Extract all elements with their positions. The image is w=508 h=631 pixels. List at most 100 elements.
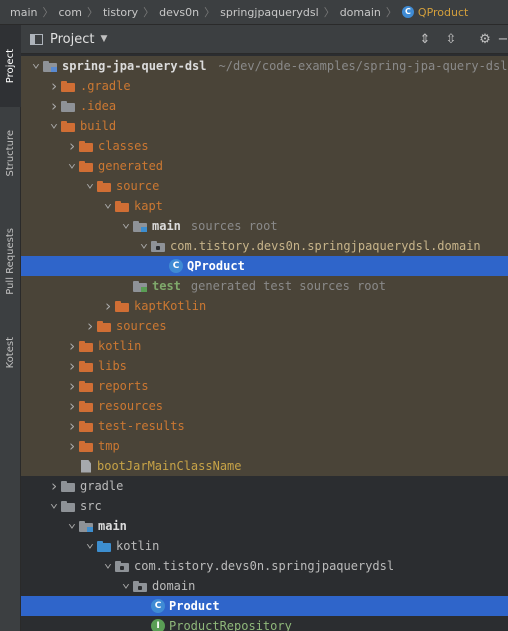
class-icon: C xyxy=(151,599,165,613)
excluded-folder-icon xyxy=(79,160,93,172)
tree-item-label: kotlin xyxy=(116,539,160,553)
tree-row[interactable]: › reports xyxy=(21,376,508,396)
tab-project[interactable]: Project xyxy=(0,25,21,107)
tree-item-label: resources xyxy=(98,399,164,413)
tab-pull-requests-label: Pull Requests xyxy=(5,227,16,295)
tree-row[interactable]: ⌄ build xyxy=(21,115,508,136)
package-icon xyxy=(115,560,129,572)
tree-row[interactable]: test generated test sources root xyxy=(21,276,508,296)
excluded-folder-icon xyxy=(79,380,93,392)
breadcrumb-item[interactable]: springjpaquerydsl xyxy=(220,6,319,19)
tree-item-label: ProductRepository xyxy=(169,619,292,631)
class-icon: C xyxy=(401,6,414,18)
chevron-down-icon[interactable]: ▼ xyxy=(100,34,107,44)
chevron-right-icon[interactable]: › xyxy=(101,297,115,315)
tab-structure[interactable]: Structure xyxy=(0,117,21,189)
root-hint: generated test sources root xyxy=(190,279,386,293)
tree-row[interactable]: › tmp xyxy=(21,436,508,456)
tab-pull-requests[interactable]: Pull Requests xyxy=(0,211,21,311)
tree-item-label: main xyxy=(98,519,127,533)
tree-row[interactable]: ⌄ com.tistory.devs0n.springjpaquerydsl.do… xyxy=(21,235,508,256)
minimize-icon[interactable]: − xyxy=(495,32,508,48)
tab-kotest-label: Kotest xyxy=(5,337,16,369)
breadcrumb: main 〉 com 〉 tistory 〉 devs0n 〉 springjpaqueryds… xyxy=(0,0,508,25)
chevron-down-icon[interactable]: ⌄ xyxy=(83,175,97,191)
tab-kotest[interactable]: Kotest xyxy=(0,323,21,383)
tree-item-label: reports xyxy=(98,379,149,393)
tree-row[interactable]: › resources xyxy=(21,396,508,416)
chevron-down-icon[interactable]: ⌄ xyxy=(137,235,151,251)
excluded-folder-icon xyxy=(79,400,93,412)
chevron-down-icon[interactable]: ⌄ xyxy=(65,515,79,531)
chevron-right-icon[interactable]: › xyxy=(65,417,79,435)
tree-row[interactable]: › classes xyxy=(21,136,508,156)
tree-row[interactable]: ⌄ kotlin xyxy=(21,535,508,556)
root-hint: sources root xyxy=(190,219,278,233)
breadcrumb-current[interactable]: QProduct xyxy=(418,6,468,19)
breadcrumb-item[interactable]: tistory xyxy=(103,6,138,19)
tree-row[interactable]: › .gradle xyxy=(21,76,508,96)
chevron-down-icon[interactable]: ⌄ xyxy=(29,55,43,71)
breadcrumb-item[interactable]: devs0n xyxy=(159,6,199,19)
tree-row[interactable]: › gradle xyxy=(21,476,508,496)
tree-item-label: test xyxy=(152,279,181,293)
tree-row[interactable]: › kotlin xyxy=(21,336,508,356)
tree-row[interactable]: C QProduct xyxy=(21,256,508,276)
chevron-down-icon[interactable]: ⌄ xyxy=(101,195,115,211)
tree-row[interactable]: bootJarMainClassName xyxy=(21,456,508,476)
breadcrumb-item[interactable]: main xyxy=(10,6,37,19)
excluded-folder-icon xyxy=(97,180,111,192)
tree-item-label: generated xyxy=(98,159,164,173)
chevron-down-icon[interactable]: ⌄ xyxy=(47,495,61,511)
tree-row[interactable]: › libs xyxy=(21,356,508,376)
chevron-right-icon[interactable]: › xyxy=(65,377,79,395)
tree-row[interactable]: ⌄ source xyxy=(21,175,508,196)
collapse-all-icon[interactable]: ⇳ xyxy=(443,32,459,48)
chevron-down-icon[interactable]: ⌄ xyxy=(47,115,61,131)
chevron-down-icon[interactable]: ⌄ xyxy=(119,215,133,231)
excluded-folder-icon xyxy=(115,300,129,312)
chevron-right-icon[interactable]: › xyxy=(83,317,97,335)
tool-window-strip: Project Structure Pull Requests Kotest xyxy=(0,25,21,631)
tree-row[interactable]: ⌄ generated xyxy=(21,155,508,176)
tree-row[interactable]: ⌄ src xyxy=(21,495,508,516)
tree-row[interactable]: I ProductRepository xyxy=(21,616,508,631)
chevron-down-icon[interactable]: ⌄ xyxy=(65,155,79,171)
package-icon xyxy=(151,240,165,252)
breadcrumb-item[interactable]: com xyxy=(58,6,82,19)
module-folder-icon xyxy=(43,60,57,72)
tree-row[interactable]: ⌄ kapt xyxy=(21,195,508,216)
tree-row[interactable]: › sources xyxy=(21,316,508,336)
tree-row[interactable]: › .idea xyxy=(21,96,508,116)
tree-row[interactable]: ⌄ domain xyxy=(21,575,508,596)
tree-row[interactable]: ⌄ com.tistory.devs0n.springjpaquerydsl xyxy=(21,555,508,576)
chevron-right-icon: 〉 xyxy=(385,6,397,19)
interface-icon: I xyxy=(151,619,165,631)
chevron-right-icon[interactable]: › xyxy=(47,97,61,115)
tab-project-label: Project xyxy=(5,48,16,84)
tree-row[interactable]: › kaptKotlin xyxy=(21,296,508,316)
chevron-right-icon[interactable]: › xyxy=(65,357,79,375)
settings-icon[interactable]: ⚙ xyxy=(477,32,493,48)
chevron-right-icon[interactable]: › xyxy=(65,337,79,355)
chevron-right-icon[interactable]: › xyxy=(47,77,61,95)
tree-row[interactable]: C Product xyxy=(21,596,508,616)
chevron-right-icon[interactable]: › xyxy=(65,397,79,415)
chevron-down-icon[interactable]: ⌄ xyxy=(83,535,97,551)
tree-row[interactable]: ⌄ main xyxy=(21,515,508,536)
chevron-down-icon[interactable]: ⌄ xyxy=(119,575,133,591)
expand-all-icon[interactable]: ⇕ xyxy=(417,32,433,48)
panel-title[interactable]: Project xyxy=(50,32,94,47)
tree-row[interactable]: › test-results xyxy=(21,416,508,436)
tree-item-label: gradle xyxy=(80,479,124,493)
chevron-down-icon[interactable]: ⌄ xyxy=(101,555,115,571)
excluded-folder-icon xyxy=(79,340,93,352)
breadcrumb-item[interactable]: domain xyxy=(340,6,381,19)
chevron-right-icon[interactable]: › xyxy=(65,137,79,155)
tree-item-label: kotlin xyxy=(98,339,142,353)
tree-row[interactable]: ⌄ spring-jpa-query-dsl ~/dev/code-examples… xyxy=(21,55,508,76)
tree-item-label: kapt xyxy=(134,199,163,213)
chevron-right-icon[interactable]: › xyxy=(65,437,79,455)
chevron-right-icon[interactable]: › xyxy=(47,477,61,495)
tree-row[interactable]: ⌄ main sources root xyxy=(21,215,508,236)
